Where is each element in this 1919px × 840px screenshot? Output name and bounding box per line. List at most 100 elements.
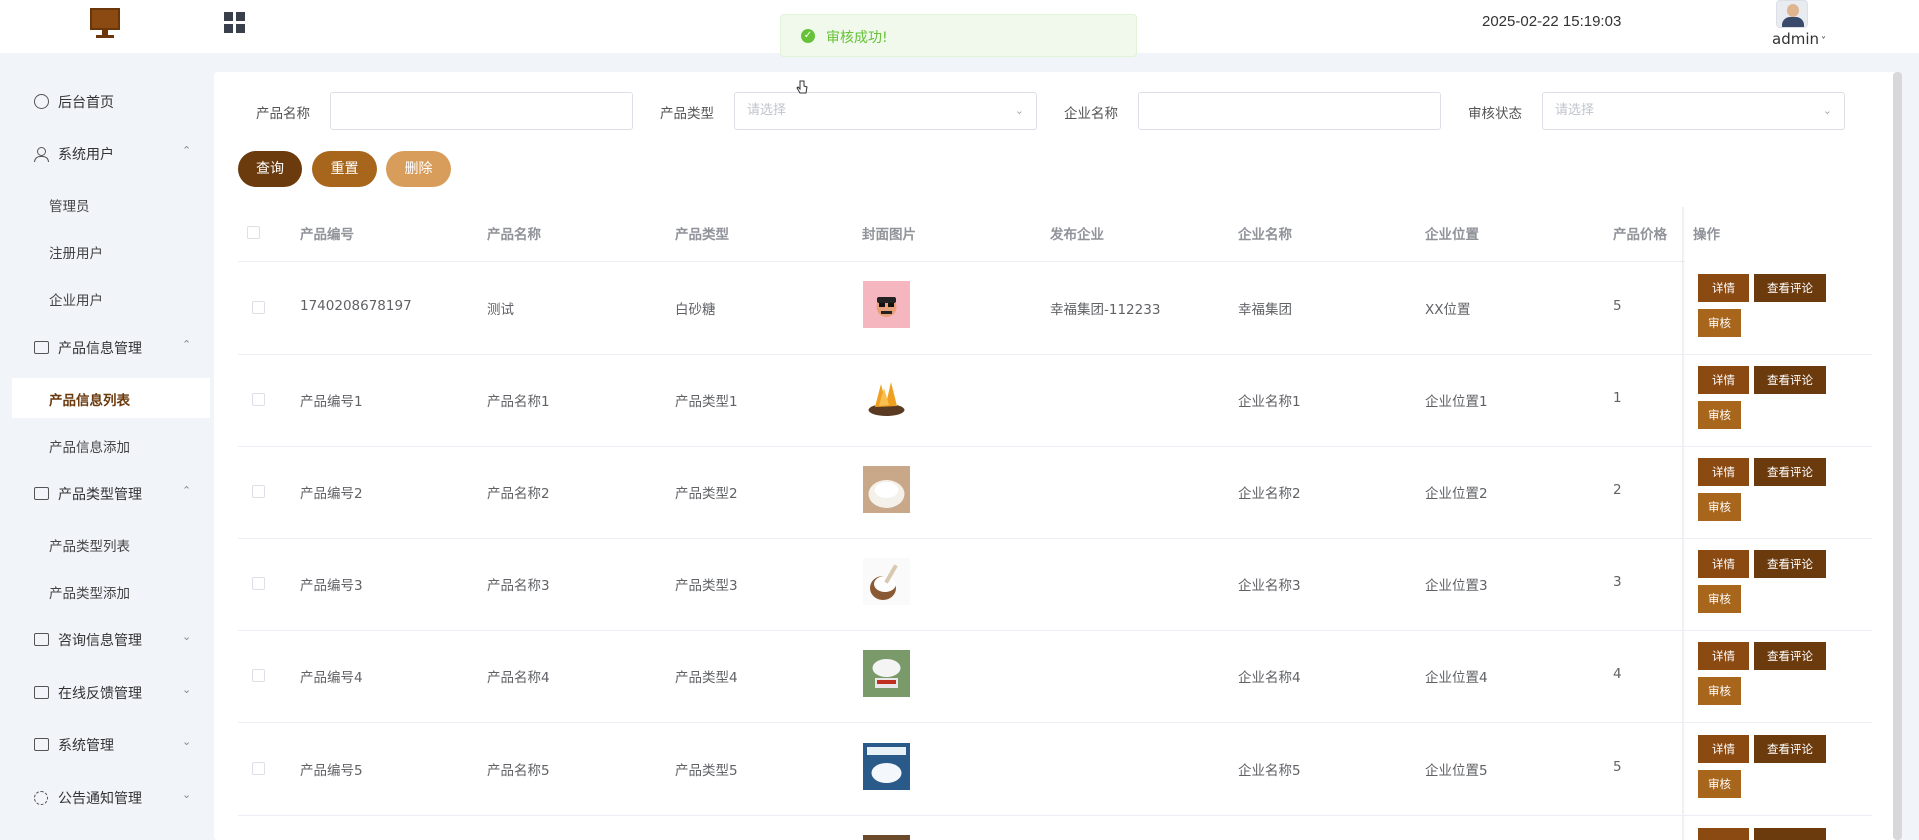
cover-image[interactable] (863, 466, 910, 513)
chevron-down-icon: ⌄ (182, 735, 192, 748)
audit-button[interactable]: 审核 (1698, 309, 1741, 337)
view-reviews-button[interactable] (1754, 828, 1826, 840)
cell-price: 4 (1613, 666, 1622, 682)
sidebar-item-notices[interactable]: 公告通知管理 ⌄ (0, 778, 210, 818)
sidebar-item-label: 产品信息添加 (49, 440, 130, 456)
cell-company-location: 企业位置5 (1425, 763, 1488, 779)
sidebar-item-product-add[interactable]: 产品信息添加 (12, 425, 210, 465)
view-reviews-button[interactable]: 查看评论 (1754, 366, 1826, 394)
audit-status-select[interactable]: 请选择 ⌄ (1542, 92, 1845, 130)
cell-publisher: 幸福集团-112233 (1050, 302, 1161, 318)
row-checkbox[interactable] (252, 669, 265, 682)
row-checkbox[interactable] (252, 577, 265, 590)
user-name: admin (1772, 30, 1819, 48)
hand-cursor-icon (796, 80, 808, 94)
avatar[interactable] (1776, 0, 1808, 28)
sidebar-item-product-info[interactable]: 产品信息管理 ⌃ (0, 328, 210, 368)
row-checkbox[interactable] (252, 393, 265, 406)
user-menu[interactable]: admin ˅ (1772, 30, 1826, 48)
row-checkbox[interactable] (252, 301, 265, 314)
product-type-select[interactable]: 请选择 ⌄ (734, 92, 1037, 130)
sidebar-item-type-add[interactable]: 产品类型添加 (12, 571, 210, 611)
sidebar-item-dashboard[interactable]: 后台首页 (0, 82, 210, 122)
audit-button[interactable]: 审核 (1698, 770, 1741, 798)
col-header-product-type: 产品类型 (675, 227, 729, 243)
sidebar-item-registered-users[interactable]: 注册用户 (12, 231, 210, 271)
delete-button[interactable]: 删除 (386, 151, 451, 187)
view-reviews-button[interactable]: 查看评论 (1754, 735, 1826, 763)
cell-product-name: 产品名称3 (487, 578, 550, 594)
query-button[interactable]: 查询 (238, 151, 302, 187)
sidebar-item-system[interactable]: 系统管理 ⌄ (0, 725, 210, 765)
sidebar-item-label: 系统用户 (58, 147, 114, 163)
cell-product-id: 产品编号3 (300, 578, 363, 594)
select-all-checkbox[interactable] (247, 226, 260, 239)
row-divider (238, 354, 1872, 355)
card-icon (34, 633, 49, 646)
audit-button[interactable]: 审核 (1698, 401, 1741, 429)
cell-company-location: 企业位置2 (1425, 486, 1488, 502)
view-reviews-button[interactable]: 查看评论 (1754, 274, 1826, 302)
sidebar-item-label: 咨询信息管理 (58, 633, 142, 649)
sidebar-item-company-users[interactable]: 企业用户 (12, 278, 210, 318)
detail-button[interactable]: 详情 (1698, 550, 1749, 578)
audit-button[interactable]: 审核 (1698, 493, 1741, 521)
detail-button[interactable]: 详情 (1698, 642, 1749, 670)
sidebar-item-label: 企业用户 (49, 293, 103, 309)
detail-button[interactable] (1698, 828, 1749, 840)
product-type-label: 产品类型 (660, 106, 714, 122)
chevron-up-icon: ⌃ (182, 484, 192, 497)
main-panel (214, 72, 1900, 840)
cover-image[interactable] (863, 281, 910, 328)
row-divider (238, 538, 1872, 539)
sidebar-item-label: 产品类型添加 (49, 586, 130, 602)
reset-button[interactable]: 重置 (312, 151, 377, 187)
detail-button[interactable]: 详情 (1698, 735, 1749, 763)
row-divider (238, 261, 1872, 262)
detail-button[interactable]: 详情 (1698, 274, 1749, 302)
current-datetime: 2025-02-22 15:19:03 (1482, 13, 1622, 30)
sidebar-item-label: 管理员 (49, 199, 90, 215)
view-reviews-button[interactable]: 查看评论 (1754, 550, 1826, 578)
audit-button[interactable]: 审核 (1698, 585, 1741, 613)
cell-company-name: 幸福集团 (1238, 302, 1292, 318)
row-checkbox[interactable] (252, 762, 265, 775)
cell-price: 1 (1613, 390, 1622, 406)
cover-image[interactable] (863, 650, 910, 697)
cell-product-id: 1740208678197 (300, 298, 412, 314)
cover-image[interactable] (863, 374, 910, 421)
sidebar-item-label: 产品类型列表 (49, 539, 130, 555)
success-toast: ✓ 审核成功! (780, 14, 1137, 57)
company-name-input[interactable] (1138, 92, 1441, 130)
sidebar-item-label: 注册用户 (49, 246, 103, 262)
sidebar-item-consult[interactable]: 咨询信息管理 ⌄ (0, 620, 210, 660)
product-name-input[interactable] (330, 92, 633, 130)
detail-button[interactable]: 详情 (1698, 366, 1749, 394)
row-divider (238, 446, 1872, 447)
toast-message: 审核成功! (826, 30, 888, 46)
cover-image[interactable] (863, 558, 910, 605)
cover-image[interactable] (863, 743, 910, 790)
monitor-logo-icon (90, 8, 120, 38)
company-name-label: 企业名称 (1064, 106, 1118, 122)
row-checkbox[interactable] (252, 485, 265, 498)
sidebar-item-admins[interactable]: 管理员 (12, 184, 210, 224)
sidebar-item-label: 产品信息列表 (49, 393, 130, 409)
sidebar-item-type-list[interactable]: 产品类型列表 (12, 524, 210, 564)
sidebar-item-product-types[interactable]: 产品类型管理 ⌃ (0, 474, 210, 514)
cell-product-id: 产品编号2 (300, 486, 363, 502)
detail-button[interactable]: 详情 (1698, 458, 1749, 486)
cell-product-name: 产品名称5 (487, 763, 550, 779)
view-reviews-button[interactable]: 查看评论 (1754, 458, 1826, 486)
cell-product-type: 白砂糖 (675, 302, 716, 318)
vertical-scrollbar[interactable] (1893, 72, 1902, 840)
cell-product-type: 产品类型5 (675, 763, 738, 779)
audit-button[interactable]: 审核 (1698, 677, 1741, 705)
sidebar-item-feedback[interactable]: 在线反馈管理 ⌄ (0, 673, 210, 713)
sidebar-item-system-users[interactable]: 系统用户 ⌃ (0, 134, 210, 174)
view-reviews-button[interactable]: 查看评论 (1754, 642, 1826, 670)
cover-image[interactable] (863, 835, 910, 840)
grid-menu-icon[interactable] (224, 12, 246, 34)
cell-product-name: 产品名称2 (487, 486, 550, 502)
sidebar-item-product-list[interactable]: 产品信息列表 (12, 378, 210, 418)
